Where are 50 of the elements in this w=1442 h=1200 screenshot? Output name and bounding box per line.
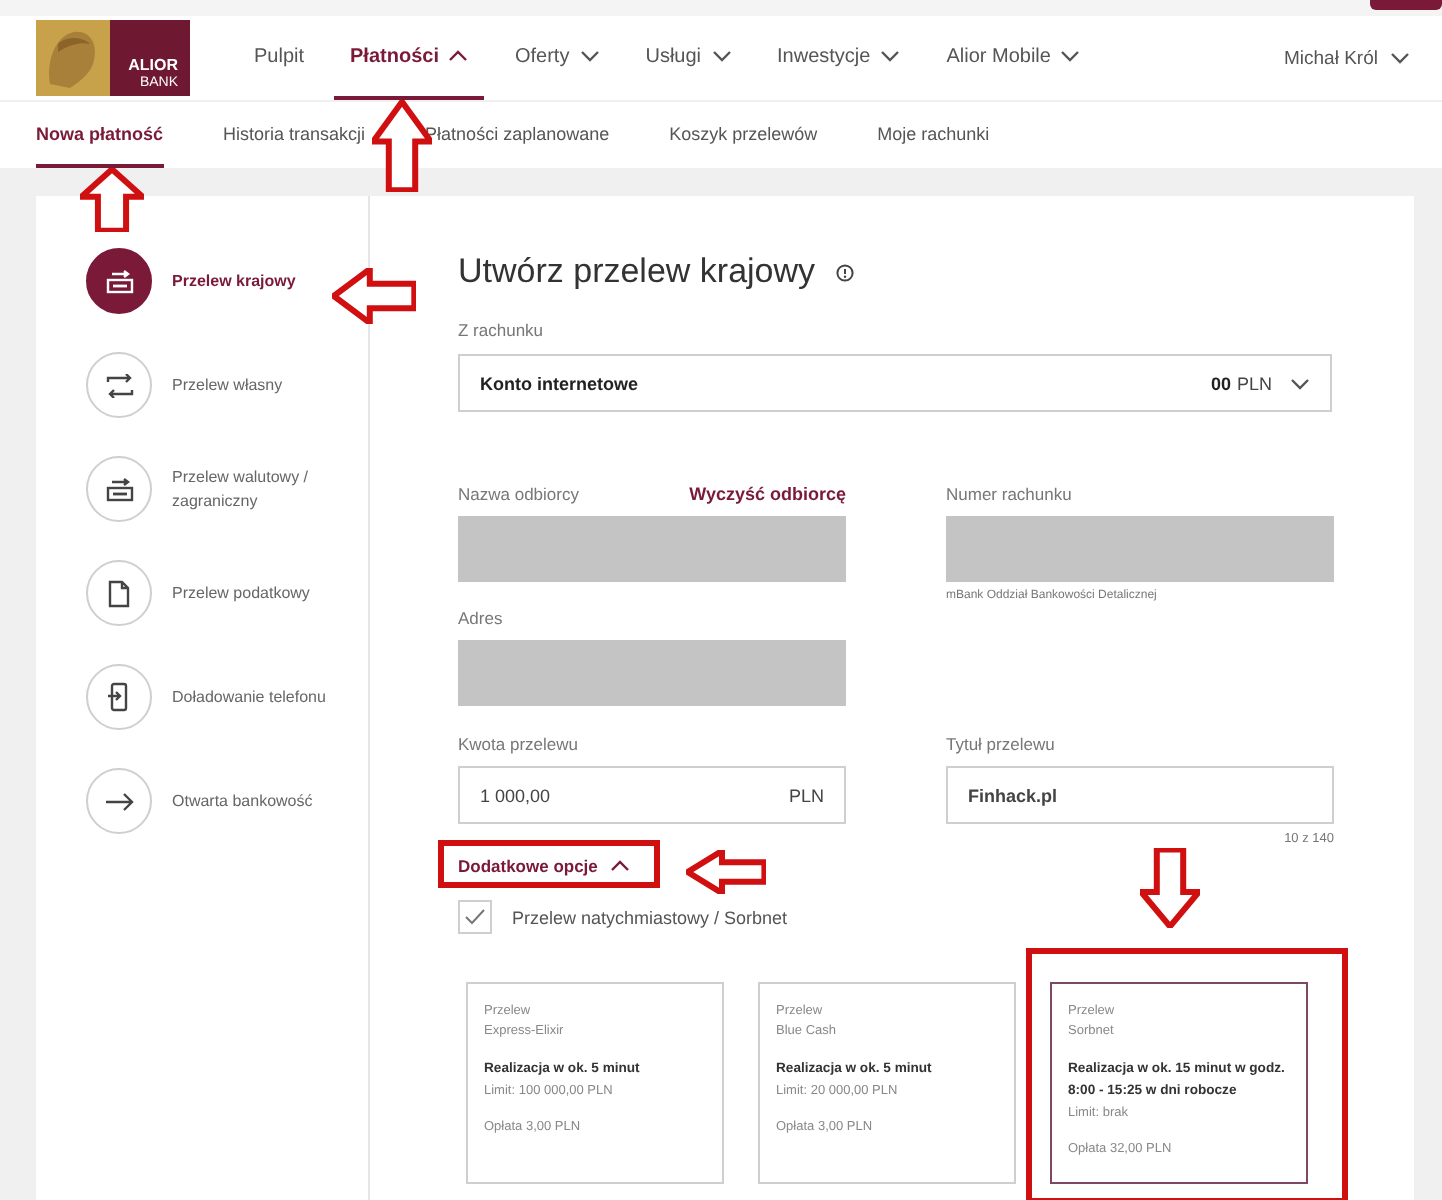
title-field[interactable]: Finhack.pl (946, 766, 1334, 824)
sidebar-label[interactable]: Otwarta bankowość (172, 789, 313, 813)
sidebar-label[interactable]: Przelew własny (172, 373, 283, 397)
sidebar-label[interactable]: Doładowanie telefonu (172, 685, 326, 709)
checkbox-label: Przelew natychmiastowy / Sorbnet (512, 907, 788, 927)
nav-tab[interactable]: Pulpit (238, 16, 321, 100)
info-icon[interactable] (835, 263, 854, 281)
account-select[interactable]: Konto internetowe 00 PLN (458, 354, 1332, 412)
swap-arrows-icon (105, 373, 133, 397)
arrow-right-icon (105, 791, 133, 811)
banknote-arrow-icon (105, 269, 133, 293)
page-title: Utwórz przelew krajowy (458, 252, 816, 292)
field-label: Nazwa odbiorcy (458, 484, 579, 504)
sidebar-label[interactable]: Przelew walutowy / zagraniczny (172, 465, 368, 513)
redacted-field[interactable] (458, 640, 846, 706)
check-icon (464, 908, 486, 926)
annotation-arrow (332, 268, 416, 324)
document-icon (108, 579, 130, 607)
redacted-field[interactable] (458, 516, 846, 582)
field-label: Tytuł przelewu (946, 734, 1057, 754)
banknote-arrow-icon (105, 477, 133, 501)
user-menu[interactable]: Michał Król (1284, 47, 1410, 69)
chevron-down-icon (1390, 52, 1410, 64)
subnav-tab[interactable]: Moje rachunki (877, 102, 990, 168)
sidebar-label[interactable]: Przelew podatkowy (172, 581, 310, 605)
subnav-tab[interactable]: Historia transakcji (223, 102, 366, 168)
field-label: Kwota przelewu (458, 734, 581, 754)
redacted-field[interactable] (946, 516, 1334, 582)
nav-tab[interactable]: Usługi (629, 16, 748, 100)
subnav-tab[interactable]: Nowa płatność (36, 102, 164, 168)
amount-field[interactable]: 1 000,00 PLN (458, 766, 846, 824)
clear-recipient-link[interactable]: Wyczyść odbiorcę (689, 484, 846, 504)
transfer-type-button[interactable] (86, 248, 152, 314)
field-label: Adres (458, 608, 505, 628)
chevron-down-icon (1290, 377, 1310, 389)
field-label: Numer rachunku (946, 484, 1074, 504)
annotation-arrow (1140, 848, 1200, 928)
field-label: Z rachunku (458, 320, 546, 340)
annotation-arrow (686, 850, 766, 894)
nav-tab[interactable]: Alior Mobile (930, 16, 1097, 100)
additional-options-toggle[interactable]: Dodatkowe opcje (458, 856, 630, 876)
phone-icon (108, 682, 130, 712)
top-button[interactable] (1370, 0, 1442, 10)
chevron-up-icon (609, 860, 630, 872)
nav-tab[interactable]: Inwestycje (761, 16, 917, 100)
sidebar-label[interactable]: Przelew krajowy (172, 269, 296, 293)
subnav-tab[interactable]: Koszyk przelewów (669, 102, 818, 168)
checkbox[interactable] (458, 900, 492, 934)
nav-tab[interactable]: Oferty (498, 16, 616, 100)
logo-text: ALIOR (128, 58, 178, 76)
